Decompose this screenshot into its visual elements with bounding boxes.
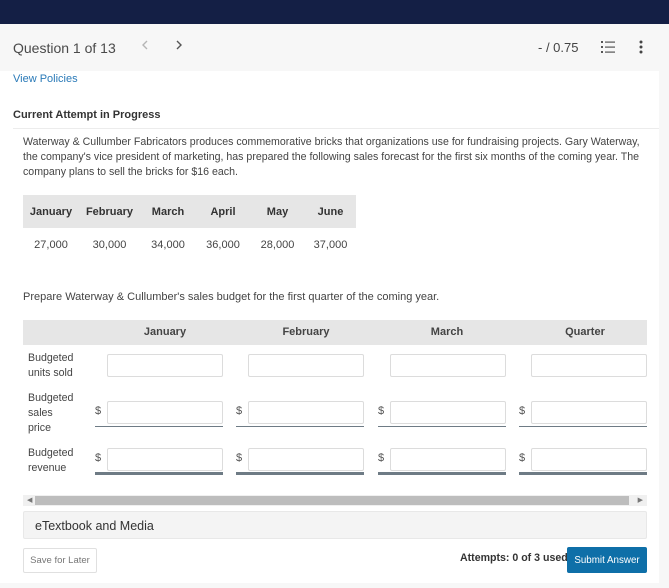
score-display: - / 0.75: [538, 40, 579, 55]
forecast-units-row: 27,000 30,000 34,000 36,000 28,000 37,00…: [23, 228, 356, 262]
attempts-counter: Attempts: 0 of 3 used: [460, 552, 568, 564]
scroll-left-arrow-icon[interactable]: ◀: [27, 495, 32, 506]
underline: [378, 426, 506, 427]
list-icon[interactable]: [601, 41, 615, 53]
underline: [236, 426, 364, 427]
sales-price-quarter-input[interactable]: [531, 401, 647, 424]
budget-column-header: March: [430, 326, 464, 338]
budget-table-header: January February March Quarter: [23, 320, 647, 345]
revenue-quarter-input[interactable]: [531, 448, 647, 471]
double-underline: [236, 472, 364, 475]
forecast-units-value: 36,000: [206, 239, 240, 251]
attempt-status-heading: Current Attempt in Progress: [13, 109, 161, 121]
question-intro: Waterway & Cullumber Fabricators produce…: [23, 136, 640, 178]
forecast-header-row: January February March April May June: [23, 195, 356, 228]
row-label-text: Budgeted sales price: [28, 392, 74, 434]
forecast-units-value: 27,000: [34, 239, 68, 251]
forecast-month-header: April: [196, 195, 250, 228]
sales-forecast-table: January February March April May June 27…: [23, 195, 356, 262]
units-sold-february-input[interactable]: [248, 354, 364, 377]
submit-answer-button[interactable]: Submit Answer: [567, 547, 647, 573]
row-label-text: Budgeted revenue: [28, 447, 74, 474]
sales-price-march-input[interactable]: [390, 401, 506, 424]
dollar-sign: $: [95, 405, 102, 417]
more-vertical-icon[interactable]: [638, 40, 644, 54]
scroll-right-arrow-icon[interactable]: ▶: [638, 495, 643, 506]
underline: [95, 426, 223, 427]
underline: [519, 426, 647, 427]
scrollbar-thumb[interactable]: [35, 496, 629, 505]
double-underline: [95, 472, 223, 475]
sales-price-february-input[interactable]: [248, 401, 364, 424]
next-question-button[interactable]: [175, 38, 183, 54]
dollar-sign: $: [378, 452, 385, 464]
forecast-month-header: March: [140, 195, 196, 228]
forecast-units-value: 34,000: [151, 239, 185, 251]
revenue-march-input[interactable]: [390, 448, 506, 471]
dollar-sign: $: [236, 452, 243, 464]
etextbook-label: eTextbook and Media: [35, 519, 154, 533]
forecast-month-header: January: [23, 195, 79, 228]
question-header: Question 1 of 13 - / 0.75: [0, 24, 669, 71]
horizontal-scrollbar[interactable]: ◀ ▶: [23, 495, 647, 506]
budget-column-header: February: [282, 326, 330, 338]
save-for-later-button[interactable]: Save for Later: [23, 548, 97, 573]
sales-price-january-input[interactable]: [107, 401, 223, 424]
question-prompt: Prepare Waterway & Cullumber's sales bud…: [23, 291, 440, 303]
budget-column-header: January: [143, 326, 187, 338]
forecast-month-header: February: [79, 195, 140, 228]
revenue-february-input[interactable]: [248, 448, 364, 471]
row-label-revenue: Budgeted revenue: [28, 446, 78, 476]
double-underline: [519, 472, 647, 475]
units-sold-march-input[interactable]: [390, 354, 506, 377]
forecast-month-header: June: [305, 195, 356, 228]
budget-column-header: Quarter: [565, 326, 605, 338]
question-content: View Policies Current Attempt in Progres…: [0, 71, 659, 583]
chevron-left-icon: [142, 40, 148, 50]
top-bar: [0, 0, 669, 24]
units-sold-january-input[interactable]: [107, 354, 223, 377]
dollar-sign: $: [519, 452, 526, 464]
question-counter: Question 1 of 13: [13, 40, 116, 56]
previous-question-button[interactable]: [141, 38, 149, 54]
view-policies-link[interactable]: View Policies: [13, 73, 78, 85]
dollar-sign: $: [236, 405, 243, 417]
row-label-text: Budgeted units sold: [28, 352, 74, 379]
divider: [13, 128, 659, 129]
double-underline: [378, 472, 506, 475]
chevron-right-icon: [176, 40, 182, 50]
etextbook-and-media-panel[interactable]: eTextbook and Media: [23, 511, 647, 539]
dollar-sign: $: [519, 405, 526, 417]
dollar-sign: $: [95, 452, 102, 464]
units-sold-quarter-input[interactable]: [531, 354, 647, 377]
forecast-units-value: 37,000: [313, 239, 348, 251]
revenue-january-input[interactable]: [107, 448, 223, 471]
forecast-units-value: 28,000: [260, 239, 295, 251]
forecast-month-header: May: [250, 195, 305, 228]
row-label-sales-price: Budgeted sales price: [28, 391, 78, 436]
row-label-units-sold: Budgeted units sold: [28, 351, 78, 381]
dollar-sign: $: [378, 405, 385, 417]
forecast-units-value: 30,000: [92, 239, 127, 251]
